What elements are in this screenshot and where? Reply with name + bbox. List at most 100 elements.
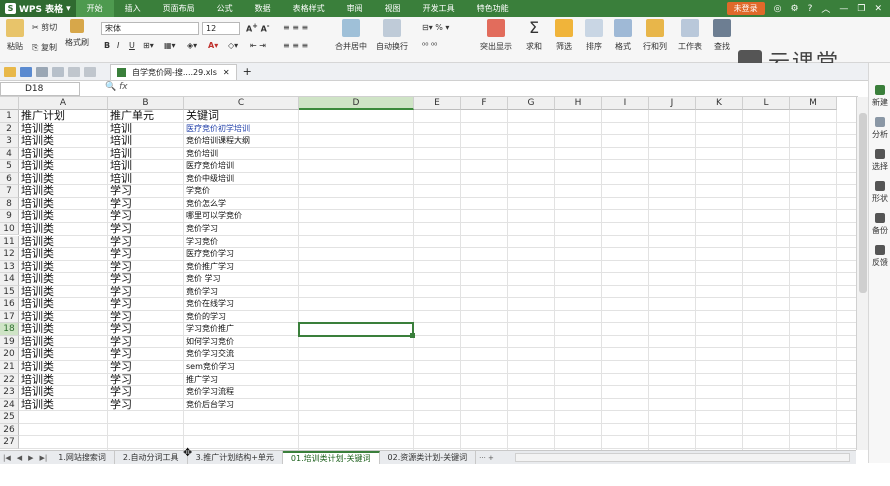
menu-tab-9[interactable]: 特色功能 <box>466 0 520 17</box>
merge-center-button[interactable]: 合并居中 <box>328 19 374 52</box>
bold-button[interactable]: B <box>104 41 110 50</box>
table-cell[interactable]: 学习 <box>108 298 184 311</box>
table-cell[interactable]: 竞价 学习 <box>184 273 299 286</box>
table-cell[interactable]: 竞价推广学习 <box>184 261 299 274</box>
skin-icon[interactable]: ◎ <box>774 4 782 14</box>
table-cell[interactable]: 培训类 <box>19 286 108 299</box>
table-cell[interactable]: 学习 <box>108 311 184 324</box>
column-header-J[interactable]: J <box>649 97 696 110</box>
redo-icon[interactable] <box>84 66 96 77</box>
column-header-B[interactable]: B <box>108 97 184 110</box>
table-cell[interactable]: 培训类 <box>19 399 108 412</box>
table-cell[interactable]: 医疗竞价培训 <box>184 160 299 173</box>
column-header-H[interactable]: H <box>555 97 602 110</box>
next-sheet-icon[interactable]: ▶ <box>25 454 36 462</box>
help-icon[interactable]: ? <box>808 4 813 14</box>
table-cell[interactable]: 培训类 <box>19 361 108 374</box>
indent-buttons[interactable]: ⇤ ⇥ <box>250 41 266 50</box>
cut-button[interactable]: ✂ 剪切 <box>32 22 57 33</box>
row-header[interactable]: 17 <box>0 310 19 324</box>
side-panel-item-5[interactable]: 反馈 <box>869 245 890 268</box>
table-cell[interactable]: 学习 <box>108 348 184 361</box>
table-cell[interactable]: 培训类 <box>19 210 108 223</box>
table-cell[interactable]: 竞价在线学习 <box>184 298 299 311</box>
italic-button[interactable]: I <box>117 41 119 50</box>
table-cell[interactable]: 学习 <box>108 386 184 399</box>
sheet-tab-2[interactable]: 3.推广计划结构+单元 <box>187 451 283 464</box>
font-grow-button[interactable]: A+ A- <box>246 22 270 34</box>
app-menu-button[interactable]: S WPS 表格 ▾ <box>0 0 76 17</box>
restore-icon[interactable]: ❐ <box>857 4 865 14</box>
fill-color-button[interactable]: ◈▾ <box>187 41 197 50</box>
table-cell[interactable]: 培训类 <box>19 185 108 198</box>
side-panel-item-2[interactable]: 选择 <box>869 149 890 172</box>
row-header[interactable]: 27 <box>0 436 19 449</box>
row-header[interactable]: 6 <box>0 172 19 186</box>
fill-handle[interactable] <box>410 332 415 338</box>
table-cell[interactable]: 学习 <box>108 261 184 274</box>
table-cell[interactable]: 培训类 <box>19 148 108 161</box>
table-cell[interactable]: 培训类 <box>19 135 108 148</box>
underline-button[interactable]: U <box>129 41 135 50</box>
column-header-C[interactable]: C <box>184 97 299 110</box>
table-cell[interactable]: 学习 <box>108 223 184 236</box>
row-header[interactable]: 24 <box>0 398 19 412</box>
table-cell[interactable]: 培训 <box>108 160 184 173</box>
table-cell[interactable]: 学习 <box>108 399 184 412</box>
highlight-button[interactable]: 突出显示 <box>474 19 518 52</box>
column-header-I[interactable]: I <box>602 97 649 110</box>
table-cell[interactable]: 学竞价 <box>184 185 299 198</box>
row-header[interactable]: 5 <box>0 160 19 173</box>
column-header-K[interactable]: K <box>696 97 743 110</box>
row-header[interactable]: 26 <box>0 423 19 437</box>
first-sheet-icon[interactable]: |◀ <box>0 454 14 462</box>
table-cell[interactable]: sem竞价学习 <box>184 361 299 374</box>
sort-button[interactable]: 排序 <box>578 19 610 52</box>
table-cell[interactable]: 医疗竞价学习 <box>184 248 299 261</box>
row-header[interactable]: 19 <box>0 335 19 349</box>
table-cell[interactable]: 培训类 <box>19 348 108 361</box>
table-cell[interactable]: 学习 <box>108 273 184 286</box>
table-cell[interactable]: 学习竞价 <box>184 236 299 249</box>
column-header-D[interactable]: D <box>299 97 414 110</box>
decimal-buttons[interactable]: ⁰⁰ ⁰⁰ <box>422 41 437 50</box>
number-format-button[interactable]: ⊟▾ % ▾ <box>422 23 449 32</box>
table-cell[interactable]: 学习 <box>108 361 184 374</box>
table-cell[interactable]: 学习 <box>108 323 184 336</box>
menu-tab-6[interactable]: 审阅 <box>336 0 374 17</box>
table-cell[interactable]: 推广计划 <box>19 110 108 123</box>
login-button[interactable]: 未登录 <box>726 2 765 15</box>
border-button[interactable]: ⊞▾ <box>143 41 154 50</box>
table-cell[interactable]: 培训 <box>108 123 184 136</box>
table-cell[interactable]: 培训类 <box>19 261 108 274</box>
table-cell[interactable]: 关键词 <box>184 110 299 123</box>
sheet-tab-0[interactable]: 1.网站搜索词 <box>50 451 115 464</box>
menu-tab-0[interactable]: 开始 <box>75 0 114 17</box>
align-vertical-buttons[interactable]: ≡ ≡ ≡ <box>283 23 308 32</box>
table-cell[interactable]: 竞价培训课程大纲 <box>184 135 299 148</box>
worksheet-button[interactable]: 工作表 <box>672 19 708 52</box>
row-header[interactable]: 8 <box>0 197 19 211</box>
paste-button[interactable]: 粘贴 <box>2 19 28 52</box>
sheet-tab-1[interactable]: 2.自动分词工具 <box>114 451 188 464</box>
row-header[interactable]: 13 <box>0 260 19 274</box>
row-header[interactable]: 14 <box>0 273 19 286</box>
table-cell[interactable]: 学习 <box>108 336 184 349</box>
undo-icon[interactable] <box>68 66 80 77</box>
clear-format-button[interactable]: ◇▾ <box>228 41 238 50</box>
find-button[interactable]: 查找 <box>706 19 738 52</box>
table-cell[interactable]: 竞价的学习 <box>184 311 299 324</box>
column-header-F[interactable]: F <box>461 97 508 110</box>
table-cell[interactable]: 竞价学习 <box>184 223 299 236</box>
table-cell[interactable]: 培训类 <box>19 386 108 399</box>
row-header[interactable]: 25 <box>0 411 19 424</box>
table-cell[interactable]: 培训类 <box>19 311 108 324</box>
menu-tab-5[interactable]: 表格样式 <box>282 0 336 17</box>
table-cell[interactable]: 竞价怎么学 <box>184 198 299 211</box>
menu-tab-3[interactable]: 公式 <box>206 0 244 17</box>
table-cell[interactable]: 培训类 <box>19 273 108 286</box>
row-header[interactable]: 20 <box>0 348 19 361</box>
table-cell[interactable]: 推广单元 <box>108 110 184 123</box>
row-header[interactable]: 16 <box>0 298 19 311</box>
active-cell-selection[interactable] <box>298 322 415 338</box>
